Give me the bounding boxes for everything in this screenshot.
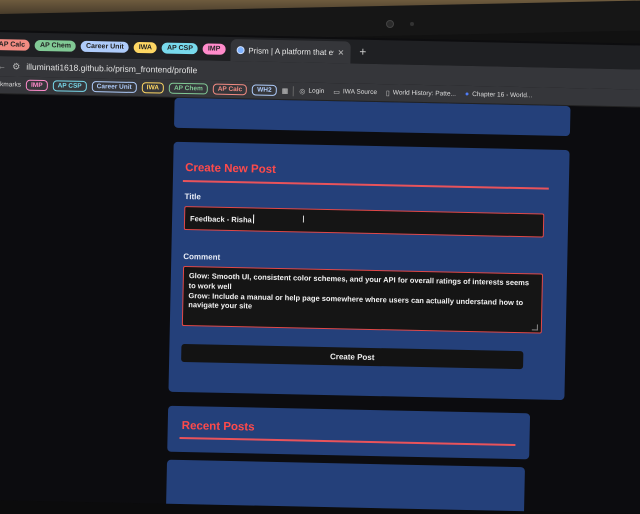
bookmark-link-label: Chapter 16 - World... — [472, 91, 533, 100]
page-content: Create New Post Title Feedback - Risha I… — [0, 93, 640, 514]
create-post-button[interactable]: Create Post — [181, 343, 524, 370]
page-back-icon[interactable]: ← — [0, 61, 6, 71]
bookmark-link-label: Login — [308, 87, 325, 95]
tab-group-chip[interactable]: IMP — [202, 42, 226, 55]
recent-posts-underline — [179, 436, 516, 447]
laptop-screen: AP Calc AP Chem Career Unit IWA AP CSP IMP Pr… — [0, 30, 640, 514]
site-settings-icon[interactable]: ⚙ — [12, 61, 20, 72]
apps-grid-icon[interactable]: ▦ — [282, 87, 289, 95]
new-tab-button[interactable]: + — [359, 45, 366, 59]
comment-label: Comment — [183, 252, 221, 262]
sensor-icon — [410, 22, 414, 26]
document-icon: ▯ — [385, 89, 390, 97]
text-caret — [252, 214, 254, 224]
url-text[interactable]: illuminati1618.github.io/prism_frontend/… — [26, 62, 197, 76]
bookmark-link[interactable]: ▯ World History: Patte... — [386, 89, 456, 98]
tab-group-chip[interactable]: IWA — [133, 41, 158, 53]
photo-background: AP Calc AP Chem Career Unit IWA AP CSP IMP Pr… — [0, 0, 640, 514]
bookmark-folder-chip[interactable]: AP CSP — [52, 80, 87, 92]
prism-favicon-icon — [236, 46, 245, 55]
webcam-icon — [386, 20, 394, 28]
tab-group-chip[interactable]: AP Chem — [34, 39, 77, 52]
bookmark-link-label: World History: Patte... — [392, 89, 456, 98]
bookmark-folder-chip[interactable]: IWA — [141, 82, 165, 94]
bookmark-links: ◎ Login ▭ IWA Source ▯ World History: Patte..… — [299, 87, 532, 100]
bookmark-folder-chip[interactable]: AP Calc — [212, 83, 248, 96]
circle-icon: ● — [464, 90, 470, 98]
bookmarks-label: ookmarks — [0, 80, 22, 89]
bookmark-folder-chip[interactable]: IMP — [25, 79, 48, 92]
title-input[interactable]: Feedback - Risha — [183, 206, 545, 238]
bookmark-link[interactable]: ▭ IWA Source — [333, 88, 377, 97]
title-label: Title — [184, 192, 201, 202]
create-post-card: Create New Post Title Feedback - Risha I… — [168, 141, 570, 401]
create-post-underline — [182, 179, 549, 190]
ibeam-cursor-icon: I — [301, 214, 305, 226]
bookmark-link-label: IWA Source — [342, 88, 378, 97]
create-post-heading: Create New Post — [185, 162, 277, 176]
active-tab[interactable]: Prism | A platform that evolves ✕ — [230, 38, 351, 64]
bookmark-folder-chip[interactable]: Career Unit — [91, 81, 137, 94]
tab-group-chip[interactable]: AP CSP — [161, 42, 199, 54]
tab-group-chips: AP Calc AP Chem Career Unit IWA AP CSP IMP — [0, 38, 226, 55]
bookmark-separator — [293, 85, 295, 96]
recent-posts-heading: Recent Posts — [181, 420, 255, 434]
tab-group-chip[interactable]: AP Calc — [0, 38, 31, 51]
tab-group-chip[interactable]: Career Unit — [80, 40, 129, 53]
comment-textarea[interactable]: Glow: Smooth UI, consistent color scheme… — [181, 266, 544, 334]
bookmark-chips: IMP AP CSP Career Unit IWA AP Chem AP Calc WH2 — [25, 79, 277, 96]
globe-icon: ◎ — [299, 87, 306, 96]
bookmark-folder-chip[interactable]: AP Chem — [168, 82, 208, 95]
title-input-value: Feedback - Risha — [189, 214, 252, 225]
post-card — [165, 459, 525, 514]
bookmark-link[interactable]: ◎ Login — [299, 87, 324, 96]
recent-posts-card: Recent Posts — [167, 405, 531, 460]
close-tab-icon[interactable]: ✕ — [338, 48, 345, 57]
active-tab-title: Prism | A platform that evolves — [248, 45, 334, 57]
folder-icon: ▭ — [333, 88, 340, 96]
textarea-resize-handle[interactable] — [531, 324, 538, 331]
bookmark-link[interactable]: ● Chapter 16 - World... — [465, 91, 533, 99]
bookmark-folder-chip[interactable]: WH2 — [252, 84, 277, 96]
